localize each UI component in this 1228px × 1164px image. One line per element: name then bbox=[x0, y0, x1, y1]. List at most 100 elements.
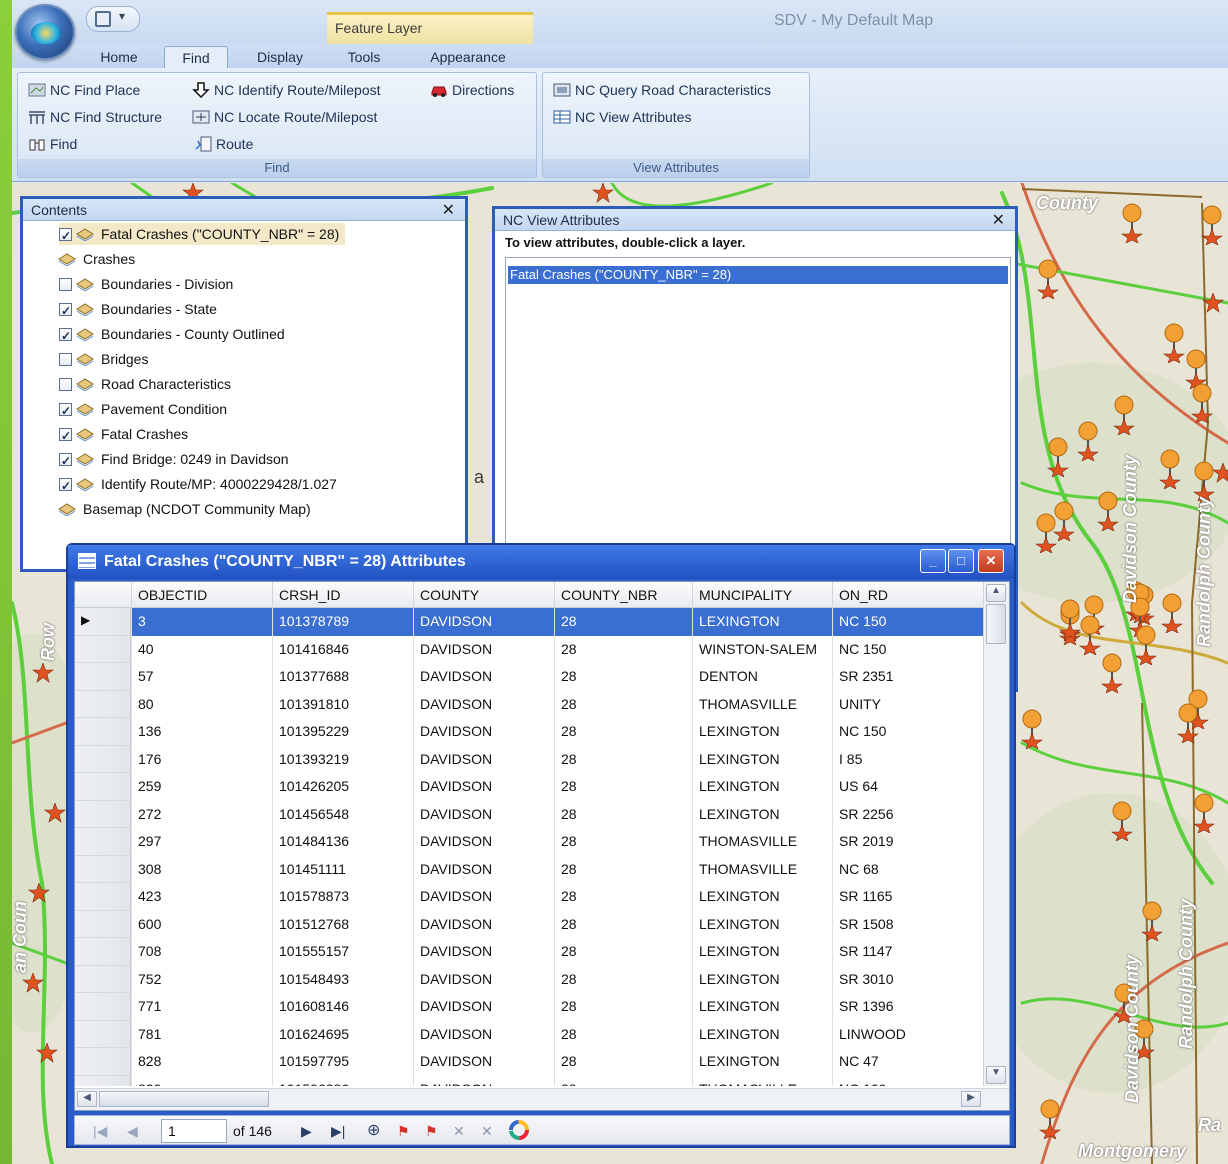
column-header-municipality[interactable]: MUNCIPALITY bbox=[692, 582, 832, 608]
table-cell[interactable]: 752 bbox=[131, 965, 272, 993]
table-cell[interactable]: NC 109 bbox=[832, 1075, 983, 1086]
crash-marker-icon[interactable] bbox=[1036, 259, 1060, 299]
table-cell[interactable]: LEXINGTON bbox=[692, 965, 832, 993]
table-cell[interactable]: DAVIDSON bbox=[413, 965, 554, 993]
table-row[interactable]: 781 101624695 DAVIDSON 28 LEXINGTON LINWOOD bbox=[75, 1020, 983, 1048]
layer-visibility-checkbox[interactable] bbox=[59, 225, 72, 247]
layer-item[interactable]: Bridges bbox=[59, 348, 148, 370]
crash-marker-icon[interactable] bbox=[1078, 615, 1102, 655]
table-cell[interactable]: DAVIDSON bbox=[413, 993, 554, 1021]
flag-red-icon[interactable]: ⚑ bbox=[397, 1120, 410, 1142]
crash-marker-icon[interactable] bbox=[1100, 653, 1124, 693]
layer-visibility-checkbox[interactable] bbox=[59, 425, 72, 447]
flag-all-icon[interactable]: ⚑ bbox=[425, 1120, 438, 1142]
crash-marker-icon[interactable] bbox=[1140, 901, 1164, 941]
table-cell[interactable]: 101456548 bbox=[272, 800, 413, 828]
crash-marker-icon[interactable] bbox=[1134, 625, 1158, 665]
table-cell[interactable]: DAVIDSON bbox=[413, 800, 554, 828]
crash-marker-icon[interactable] bbox=[1038, 1099, 1062, 1139]
layer-visibility-checkbox[interactable] bbox=[59, 300, 72, 322]
table-row[interactable]: 708 101555157 DAVIDSON 28 LEXINGTON SR 1147 bbox=[75, 938, 983, 966]
table-cell[interactable]: LEXINGTON bbox=[692, 800, 832, 828]
table-cell[interactable]: LEXINGTON bbox=[692, 773, 832, 801]
table-cell[interactable]: DAVIDSON bbox=[413, 910, 554, 938]
scroll-thumb[interactable] bbox=[986, 604, 1006, 644]
table-cell[interactable]: 101608146 bbox=[272, 993, 413, 1021]
maximize-button[interactable]: □ bbox=[948, 549, 974, 573]
table-cell[interactable]: LEXINGTON bbox=[692, 608, 832, 636]
nc-query-road-button[interactable]: NC Query Road Characteristics bbox=[553, 79, 771, 101]
table-cell[interactable]: 101512768 bbox=[272, 910, 413, 938]
table-cell[interactable]: 28 bbox=[554, 828, 692, 856]
table-cell[interactable]: 176 bbox=[131, 745, 272, 773]
table-cell[interactable]: THOMASVILLE bbox=[692, 1075, 832, 1086]
table-cell[interactable]: DAVIDSON bbox=[413, 883, 554, 911]
table-cell[interactable]: 28 bbox=[554, 663, 692, 691]
table-cell[interactable]: DAVIDSON bbox=[413, 690, 554, 718]
layer-item[interactable]: Road Characteristics bbox=[59, 373, 231, 395]
table-cell[interactable]: 708 bbox=[131, 938, 272, 966]
table-cell[interactable]: DAVIDSON bbox=[413, 608, 554, 636]
table-cell[interactable]: 28 bbox=[554, 690, 692, 718]
previous-record-button[interactable]: ◀ bbox=[127, 1120, 138, 1142]
layer-item[interactable]: Basemap (NCDOT Community Map) bbox=[57, 498, 311, 520]
table-cell[interactable]: LEXINGTON bbox=[692, 745, 832, 773]
row-selector[interactable] bbox=[75, 800, 131, 828]
layer-visibility-checkbox[interactable] bbox=[59, 353, 72, 366]
table-cell[interactable]: LINWOOD bbox=[832, 1020, 983, 1048]
table-cell[interactable]: 57 bbox=[131, 663, 272, 691]
nc-view-attributes-button[interactable]: NC View Attributes bbox=[553, 106, 691, 128]
row-selector[interactable] bbox=[75, 773, 131, 801]
table-cell[interactable]: NC 68 bbox=[832, 855, 983, 883]
clear-all-flags-icon[interactable]: ✕ bbox=[481, 1120, 493, 1142]
nc-locate-route-button[interactable]: NC Locate Route/Milepost bbox=[192, 106, 377, 128]
table-cell[interactable]: 101426205 bbox=[272, 773, 413, 801]
table-cell[interactable]: NC 150 bbox=[832, 608, 983, 636]
horizontal-scroll-thumb[interactable] bbox=[99, 1091, 269, 1107]
column-header-crsh-id[interactable]: CRSH_ID bbox=[272, 582, 413, 608]
table-cell[interactable]: SR 1396 bbox=[832, 993, 983, 1021]
table-cell[interactable]: US 64 bbox=[832, 773, 983, 801]
table-cell[interactable]: 101391810 bbox=[272, 690, 413, 718]
nc-find-place-button[interactable]: NC Find Place bbox=[28, 79, 140, 101]
table-cell[interactable]: 28 bbox=[554, 635, 692, 663]
table-cell[interactable]: 136 bbox=[131, 718, 272, 746]
table-cell[interactable]: DAVIDSON bbox=[413, 938, 554, 966]
crash-star-icon[interactable] bbox=[44, 803, 66, 823]
table-row[interactable]: 297 101484136 DAVIDSON 28 THOMASVILLE SR 2019 bbox=[75, 828, 983, 856]
table-cell[interactable]: 101597795 bbox=[272, 1048, 413, 1076]
layer-visibility-checkbox[interactable] bbox=[59, 475, 72, 497]
scroll-right-arrow[interactable]: ▶ bbox=[961, 1091, 981, 1107]
scroll-up-arrow[interactable]: ▲ bbox=[986, 584, 1006, 602]
table-cell[interactable]: DAVIDSON bbox=[413, 1020, 554, 1048]
tab-find[interactable]: Find bbox=[164, 46, 228, 70]
table-cell[interactable]: 28 bbox=[554, 745, 692, 773]
crash-marker-icon[interactable] bbox=[1110, 801, 1134, 841]
table-row[interactable]: 259 101426205 DAVIDSON 28 LEXINGTON US 64 bbox=[75, 773, 983, 801]
zoom-to-selected-icon[interactable]: ⊕ bbox=[367, 1120, 380, 1142]
layer-item[interactable]: Boundaries - County Outlined bbox=[59, 323, 285, 347]
table-cell[interactable]: 272 bbox=[131, 800, 272, 828]
table-cell[interactable]: DAVIDSON bbox=[413, 1048, 554, 1076]
column-header-county-nbr[interactable]: COUNTY_NBR bbox=[554, 582, 692, 608]
nc-find-structure-button[interactable]: NC Find Structure bbox=[28, 106, 162, 128]
column-header-objectid[interactable]: OBJECTID bbox=[131, 582, 272, 608]
table-cell[interactable]: DAVIDSON bbox=[413, 855, 554, 883]
row-selector[interactable]: ▶ bbox=[75, 608, 131, 636]
current-page-input[interactable]: 1 bbox=[161, 1119, 227, 1143]
row-selector[interactable] bbox=[75, 1075, 131, 1086]
table-cell[interactable]: 40 bbox=[131, 635, 272, 663]
vertical-scrollbar[interactable]: ▲ ▼ bbox=[983, 582, 1009, 1086]
close-button[interactable]: ✕ bbox=[978, 549, 1004, 573]
layer-item[interactable]: Boundaries - Division bbox=[59, 273, 233, 295]
row-selector[interactable] bbox=[75, 938, 131, 966]
layer-item[interactable]: Pavement Condition bbox=[59, 398, 227, 422]
layer-visibility-checkbox[interactable] bbox=[59, 278, 72, 291]
table-cell[interactable]: 101548493 bbox=[272, 965, 413, 993]
table-cell[interactable]: 101378789 bbox=[272, 608, 413, 636]
table-cell[interactable]: 28 bbox=[554, 993, 692, 1021]
table-cell[interactable]: 28 bbox=[554, 718, 692, 746]
table-cell[interactable]: 308 bbox=[131, 855, 272, 883]
table-cell[interactable]: 28 bbox=[554, 773, 692, 801]
tab-appearance[interactable]: Appearance bbox=[416, 46, 520, 70]
